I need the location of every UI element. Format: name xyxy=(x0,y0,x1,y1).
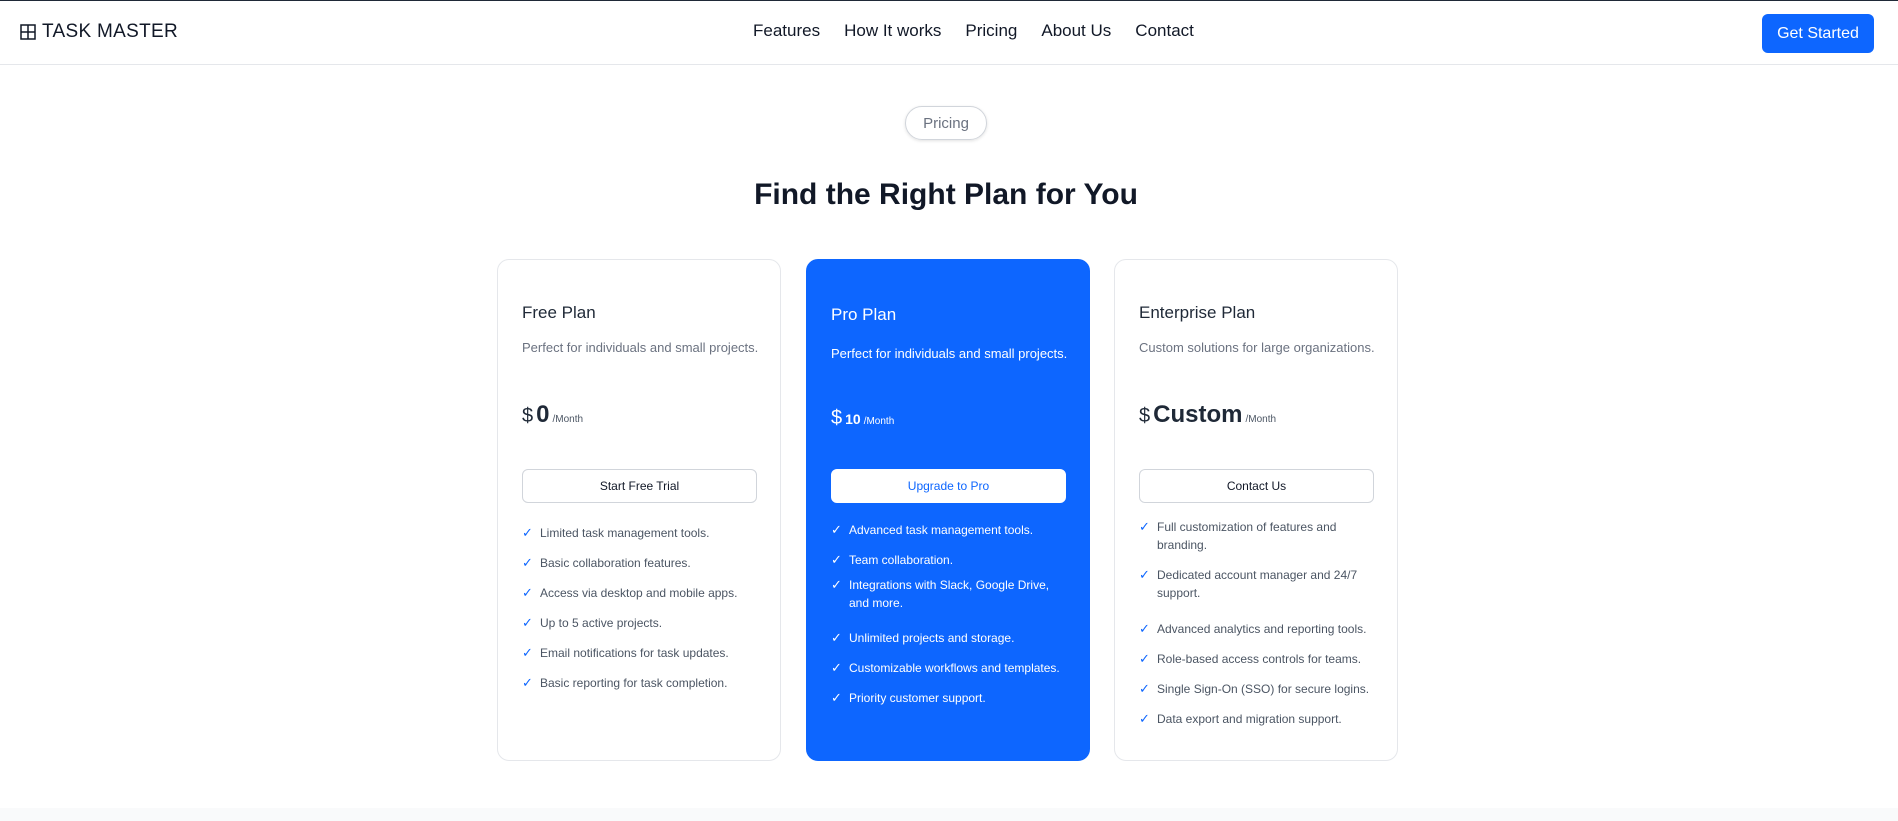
plan-description: Perfect for individuals and small projec… xyxy=(831,346,1068,361)
price-amount: Custom xyxy=(1153,401,1243,428)
price-period: /Month xyxy=(1245,414,1277,425)
plan-card-pro: Pro Plan Perfect for individuals and smal… xyxy=(806,259,1090,761)
price-period: /Month xyxy=(863,416,895,427)
checkmark-icon: ✓ xyxy=(522,585,533,600)
logo[interactable]: TASK MASTER xyxy=(20,21,178,43)
feature-item: ✓ Advanced task management tools. xyxy=(831,521,1071,539)
feature-text: Team collaboration. xyxy=(849,553,954,567)
plan-description: Perfect for individuals and small projec… xyxy=(522,340,759,355)
checkmark-icon: ✓ xyxy=(1139,519,1150,534)
price-period: /Month xyxy=(552,414,584,425)
feature-text: Unlimited projects and storage. xyxy=(849,631,1015,645)
checkmark-icon: ✓ xyxy=(1139,711,1150,726)
main-nav: Features How It works Pricing About Us C… xyxy=(753,21,1194,41)
checkmark-icon: ✓ xyxy=(522,645,533,660)
grid-icon xyxy=(20,24,36,40)
nav-link-pricing[interactable]: Pricing xyxy=(965,21,1017,41)
section-tag: Pricing xyxy=(905,106,987,140)
price-currency: $ xyxy=(1139,405,1151,427)
checkmark-icon: ✓ xyxy=(522,615,533,630)
nav-link-about-us[interactable]: About Us xyxy=(1041,21,1111,41)
price-amount: 10 xyxy=(845,411,861,427)
plan-price: $0/Month xyxy=(522,401,583,429)
checkmark-icon: ✓ xyxy=(831,577,842,592)
feature-item: ✓ Priority customer support. xyxy=(831,689,1071,707)
checkmark-icon: ✓ xyxy=(1139,651,1150,666)
feature-text: Advanced analytics and reporting tools. xyxy=(1157,622,1367,636)
feature-text: Dedicated account manager and 24/7 suppo… xyxy=(1157,568,1358,600)
plan-name: Enterprise Plan xyxy=(1139,303,1256,322)
feature-text: Role-based access controls for teams. xyxy=(1157,652,1362,666)
price-currency: $ xyxy=(522,405,534,427)
plan-name: Pro Plan xyxy=(831,305,897,324)
section-heading: Find the Right Plan for You xyxy=(754,178,1138,211)
navbar: TASK MASTER Features How It works Pricin… xyxy=(0,1,1898,65)
feature-text: Access via desktop and mobile apps. xyxy=(540,586,738,600)
feature-text: Up to 5 active projects. xyxy=(540,616,663,630)
footer-band xyxy=(0,808,1898,821)
feature-item: ✓ Integrations with Slack, Google Drive, … xyxy=(831,576,1071,612)
nav-link-contact[interactable]: Contact xyxy=(1135,21,1194,41)
feature-text: Basic collaboration features. xyxy=(540,556,691,570)
feature-text: Priority customer support. xyxy=(849,691,986,705)
feature-text: Customizable workflows and templates. xyxy=(849,661,1060,675)
price-currency: $ xyxy=(831,407,843,429)
feature-item: ✓ Role-based access controls for teams. xyxy=(1139,650,1379,668)
feature-text: Data export and migration support. xyxy=(1157,712,1342,726)
checkmark-icon: ✓ xyxy=(831,690,842,705)
plan-action-button[interactable]: Contact Us xyxy=(1139,469,1374,503)
feature-item: ✓ Basic reporting for task completion. xyxy=(522,674,762,692)
checkmark-icon: ✓ xyxy=(522,675,533,690)
feature-item: ✓ Limited task management tools. xyxy=(522,524,762,542)
price-amount: 0 xyxy=(536,401,550,428)
feature-text: Full customization of features and brand… xyxy=(1157,520,1337,552)
feature-text: Limited task management tools. xyxy=(540,526,710,540)
feature-text: Email notifications for task updates. xyxy=(540,646,729,660)
nav-link-features[interactable]: Features xyxy=(753,21,820,41)
feature-item: ✓ Unlimited projects and storage. xyxy=(831,629,1071,647)
logo-text: TASK MASTER xyxy=(42,21,178,42)
feature-item: ✓ Basic collaboration features. xyxy=(522,554,762,572)
plan-name: Free Plan xyxy=(522,303,596,322)
checkmark-icon: ✓ xyxy=(1139,681,1150,696)
plan-description: Custom solutions for large organizations… xyxy=(1139,340,1375,355)
checkmark-icon: ✓ xyxy=(1139,567,1150,582)
plan-price: $ Custom/Month xyxy=(1139,401,1276,429)
checkmark-icon: ✓ xyxy=(1139,621,1150,636)
feature-item: ✓ Advanced analytics and reporting tools. xyxy=(1139,620,1379,638)
checkmark-icon: ✓ xyxy=(831,552,842,567)
feature-text: Basic reporting for task completion. xyxy=(540,676,728,690)
feature-item: ✓ Up to 5 active projects. xyxy=(522,614,762,632)
plan-card-enterprise: Enterprise Plan Custom solutions for larg… xyxy=(1114,259,1398,761)
feature-item: ✓ Team collaboration. xyxy=(831,551,1071,569)
checkmark-icon: ✓ xyxy=(831,630,842,645)
checkmark-icon: ✓ xyxy=(522,555,533,570)
feature-item: ✓ Single Sign-On (SSO) for secure logins. xyxy=(1139,680,1379,698)
checkmark-icon: ✓ xyxy=(831,660,842,675)
checkmark-icon: ✓ xyxy=(522,525,533,540)
nav-link-how-it-works[interactable]: How It works xyxy=(844,21,941,41)
plan-card-free: Free Plan Perfect for individuals and sma… xyxy=(497,259,781,761)
feature-text: Advanced task management tools. xyxy=(849,523,1034,537)
feature-text: Integrations with Slack, Google Drive, a… xyxy=(849,578,1050,610)
feature-item: ✓ Email notifications for task updates. xyxy=(522,644,762,662)
feature-item: ✓ Dedicated account manager and 24/7 supp… xyxy=(1139,566,1379,602)
plan-action-button[interactable]: Upgrade to Pro xyxy=(831,469,1066,503)
feature-text: Single Sign-On (SSO) for secure logins. xyxy=(1157,682,1370,696)
feature-item: ✓ Full customization of features and bran… xyxy=(1139,518,1379,554)
checkmark-icon: ✓ xyxy=(831,522,842,537)
get-started-button[interactable]: Get Started xyxy=(1762,14,1874,53)
feature-item: ✓ Access via desktop and mobile apps. xyxy=(522,584,762,602)
plan-price: $10/Month xyxy=(831,407,894,430)
feature-item: ✓ Customizable workflows and templates. xyxy=(831,659,1071,677)
plan-action-button[interactable]: Start Free Trial xyxy=(522,469,757,503)
feature-item: ✓ Data export and migration support. xyxy=(1139,710,1379,728)
